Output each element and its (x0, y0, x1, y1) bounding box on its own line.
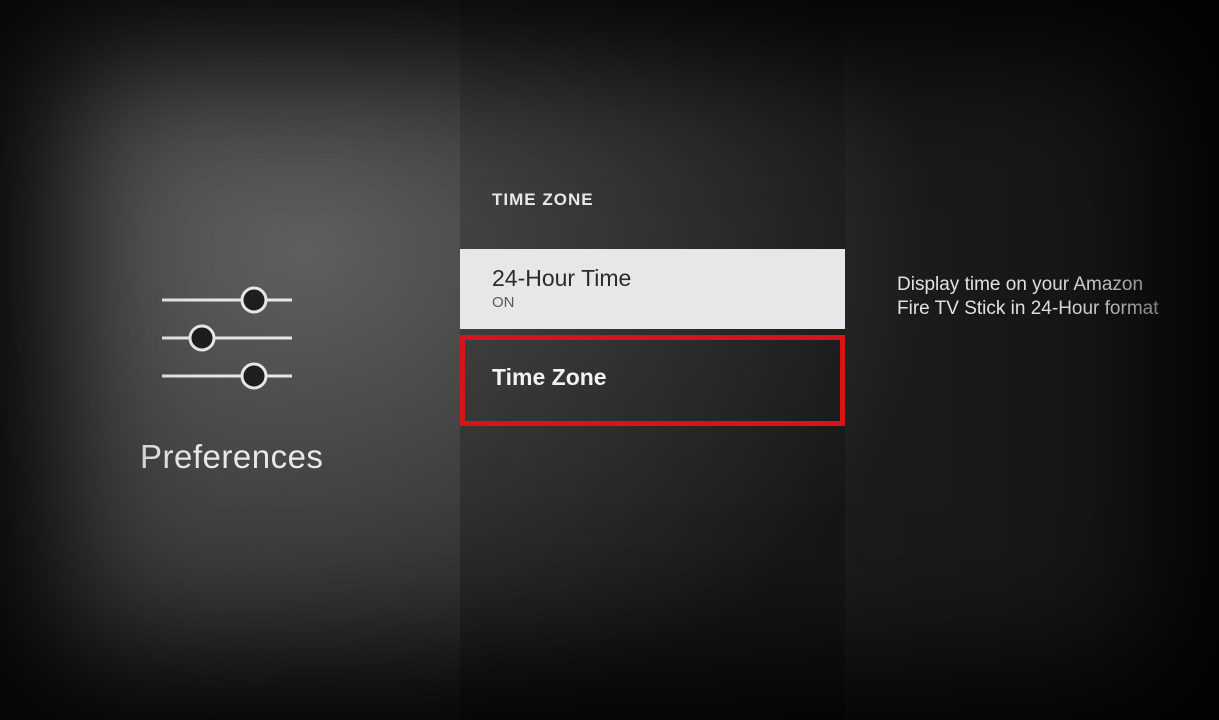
sliders-icon (162, 280, 292, 395)
menu-item-24-hour-time[interactable]: 24-Hour Time ON (460, 249, 845, 329)
menu-item-value: ON (492, 294, 813, 311)
right-pane: Display time on your Amazon Fire TV Stic… (845, 0, 1219, 720)
settings-screen: Preferences TIME ZONE 24-Hour Time ON Ti… (0, 0, 1219, 720)
page-title: Preferences (140, 438, 323, 476)
section-header: TIME ZONE (492, 190, 594, 210)
item-description: Display time on your Amazon Fire TV Stic… (897, 273, 1179, 321)
settings-list: TIME ZONE 24-Hour Time ON Time Zone (460, 0, 845, 720)
menu-item-time-zone[interactable]: Time Zone (460, 335, 845, 426)
left-pane: Preferences (0, 0, 460, 720)
menu-item-title: Time Zone (492, 364, 813, 391)
menu-item-title: 24-Hour Time (492, 265, 813, 292)
